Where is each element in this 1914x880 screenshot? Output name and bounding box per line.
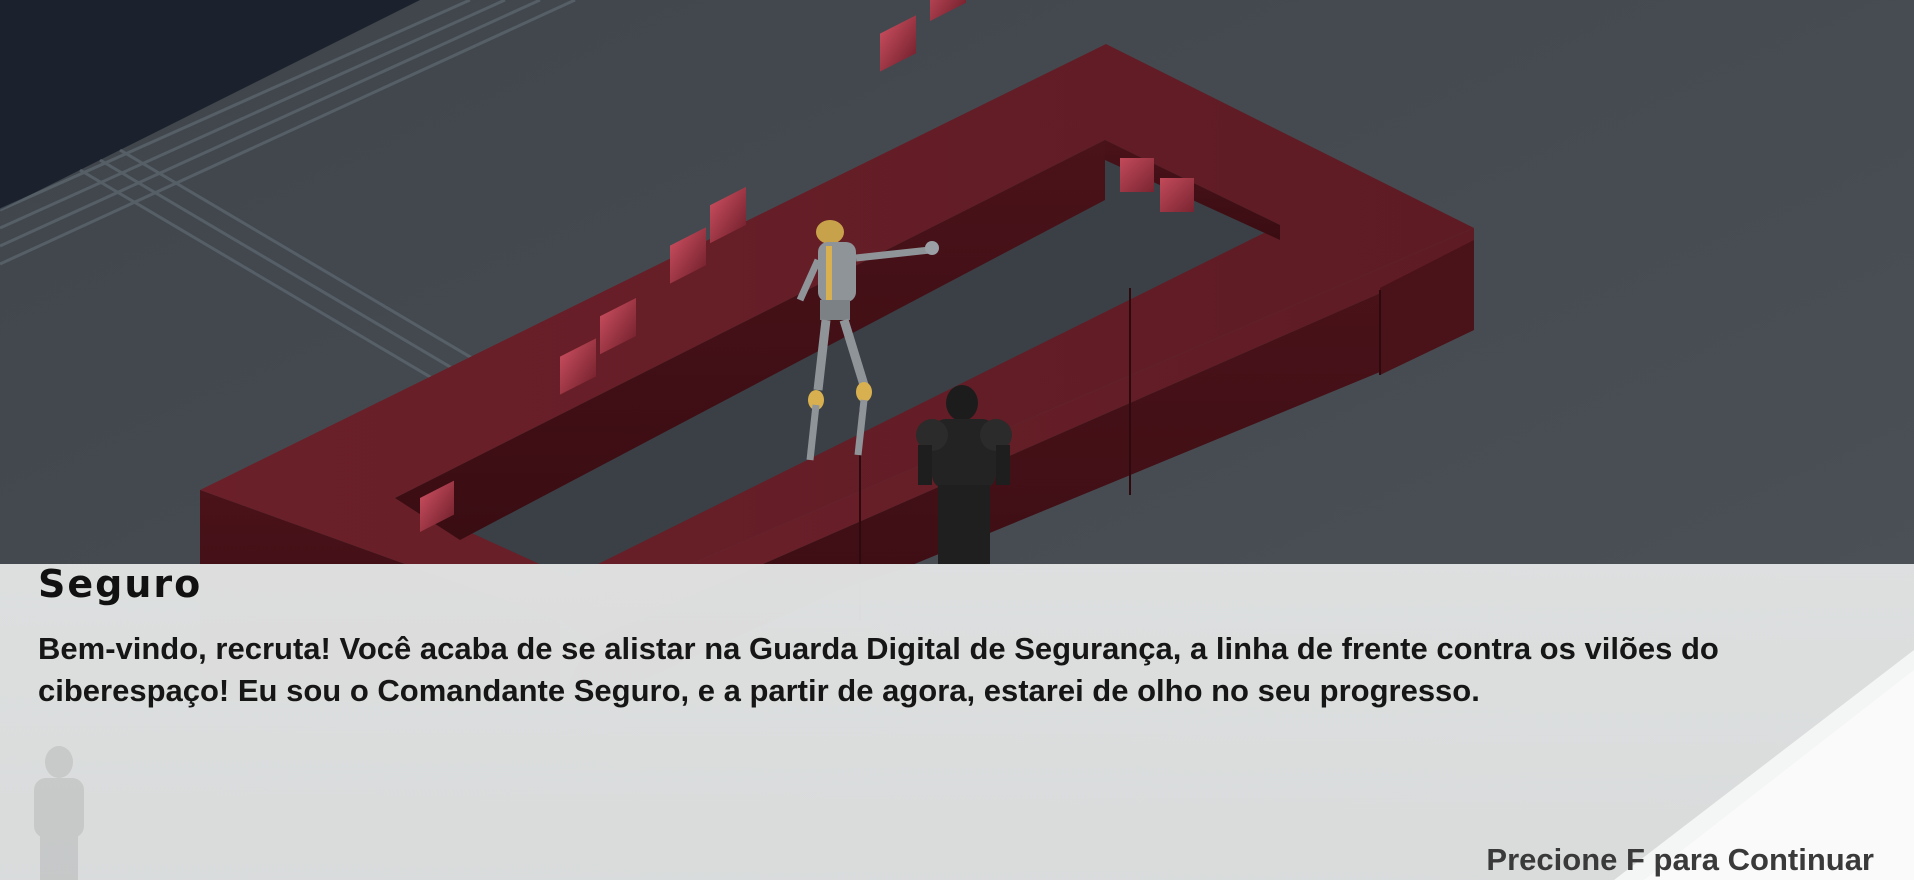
dialog-message: Bem-vindo, recruta! Você acaba de se ali… bbox=[38, 631, 1719, 708]
continue-prompt[interactable]: Precione F para Continuar bbox=[1486, 842, 1874, 878]
dialog-panel bbox=[0, 564, 1914, 880]
speaker-name: Seguro bbox=[38, 562, 203, 606]
ghost-figure-decoration bbox=[34, 746, 84, 880]
game-viewport: Seguro Bem-vindo, recruta! Você acaba de… bbox=[0, 0, 1914, 880]
